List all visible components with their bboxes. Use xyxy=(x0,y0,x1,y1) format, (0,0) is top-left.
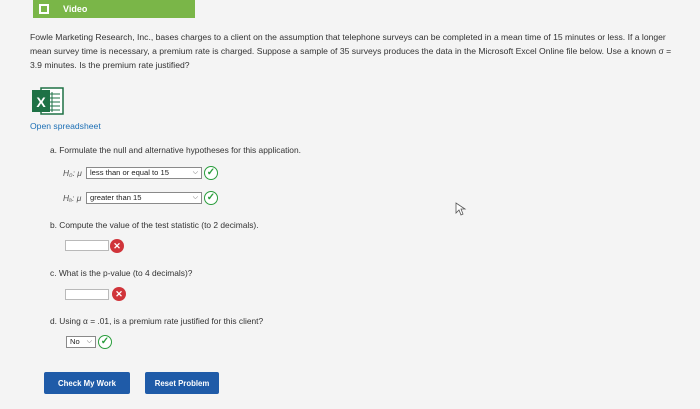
test-statistic-input[interactable] xyxy=(65,240,109,251)
h0-select[interactable]: less than or equal to 15 ⌵ xyxy=(86,167,202,179)
excel-icon[interactable]: X xyxy=(31,86,65,116)
check-my-work-button[interactable]: Check My Work xyxy=(44,372,130,394)
check-circle-icon: ✓ xyxy=(204,191,218,205)
premium-select-value: No xyxy=(70,337,80,346)
open-spreadsheet-link[interactable]: Open spreadsheet xyxy=(30,121,101,131)
chevron-down-icon: ⌵ xyxy=(192,194,198,201)
h0-select-value: less than or equal to 15 xyxy=(90,168,169,177)
ha-select[interactable]: greater than 15 ⌵ xyxy=(86,192,202,204)
p-value-input[interactable] xyxy=(65,289,109,300)
excel-letter: X xyxy=(36,94,46,110)
reset-problem-button[interactable]: Reset Problem xyxy=(145,372,219,394)
ha-select-value: greater than 15 xyxy=(90,193,142,202)
ha-label: Hₐ: μ xyxy=(63,193,82,203)
video-label: Video xyxy=(63,4,88,14)
premium-select[interactable]: No ⌵ xyxy=(66,336,96,348)
part-c-prompt: c. What is the p-value (to 4 decimals)? xyxy=(50,268,193,278)
part-b-prompt: b. Compute the value of the test statist… xyxy=(50,220,259,230)
chevron-down-icon: ⌵ xyxy=(86,338,92,345)
video-icon xyxy=(39,4,49,14)
h0-label: H₀: μ xyxy=(63,168,82,178)
check-circle-icon: ✓ xyxy=(204,166,218,180)
part-a-prompt: a. Formulate the null and alternative hy… xyxy=(50,145,301,155)
mouse-cursor-icon xyxy=(455,202,467,216)
chevron-down-icon: ⌵ xyxy=(192,169,198,176)
x-circle-icon: ✕ xyxy=(112,287,126,301)
video-tab[interactable]: Video xyxy=(33,0,195,18)
problem-statement: Fowle Marketing Research, Inc., bases ch… xyxy=(30,32,672,70)
check-circle-icon: ✓ xyxy=(98,335,112,349)
part-d-prompt: d. Using α = .01, is a premium rate just… xyxy=(50,316,264,326)
x-circle-icon: ✕ xyxy=(110,239,124,253)
